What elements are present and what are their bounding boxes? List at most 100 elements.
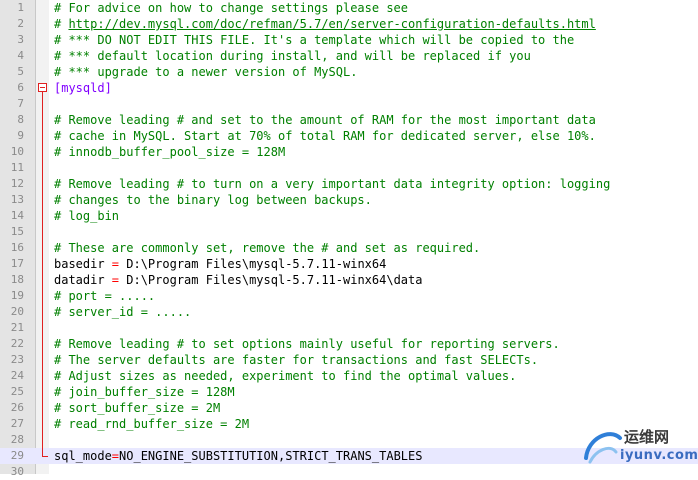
code-token-comment: # Remove leading # to turn on a very imp…	[54, 177, 611, 191]
code-line[interactable]: 16 # These are commonly set, remove the #…	[0, 240, 698, 256]
code-line[interactable]: 24 # Adjust sizes as needed, experiment t…	[0, 368, 698, 384]
code-line[interactable]: 17 basedir = D:\Program Files\mysql-5.7.1…	[0, 256, 698, 272]
line-text[interactable]: # server_id = .....	[54, 304, 191, 320]
line-text[interactable]: # *** default location during install, a…	[54, 48, 531, 64]
line-number: 17	[10, 257, 24, 270]
line-number: 4	[17, 49, 24, 62]
watermark-logo-icon	[584, 432, 622, 464]
code-editor[interactable]: 1 # For advice on how to change settings …	[0, 0, 698, 478]
line-number: 12	[10, 177, 24, 190]
line-text[interactable]: # innodb_buffer_pool_size = 128M	[54, 144, 285, 160]
line-text[interactable]: # Remove leading # to turn on a very imp…	[54, 176, 610, 192]
line-text[interactable]: # changes to the binary log between back…	[54, 192, 372, 208]
line-text[interactable]: # port = .....	[54, 288, 155, 304]
line-text[interactable]: # cache in MySQL. Start at 70% of total …	[54, 128, 596, 144]
code-token-comment: # *** upgrade to a newer version of MySQ…	[54, 65, 358, 79]
line-number: 8	[17, 113, 24, 126]
code-line[interactable]: 23 # The server defaults are faster for t…	[0, 352, 698, 368]
line-number: 10	[10, 145, 24, 158]
code-line[interactable]: 11	[0, 160, 698, 176]
line-text[interactable]: # log_bin	[54, 208, 119, 224]
code-line[interactable]: 22 # Remove leading # to set options main…	[0, 336, 698, 352]
code-line[interactable]: 13 # changes to the binary log between ba…	[0, 192, 698, 208]
watermark: 运维网 iyunv.com	[580, 424, 698, 470]
code-token-key: sql_mode	[54, 449, 112, 463]
line-text[interactable]: # *** DO NOT EDIT THIS FILE. It's a temp…	[54, 32, 574, 48]
line-number: 30	[10, 465, 24, 478]
line-number: 23	[10, 353, 24, 366]
code-line[interactable]: 25 # join_buffer_size = 128M	[0, 384, 698, 400]
code-token-comment: # port = .....	[54, 289, 156, 303]
line-number: 25	[10, 385, 24, 398]
code-token-comment: # log_bin	[54, 209, 120, 223]
code-line[interactable]: 3 # *** DO NOT EDIT THIS FILE. It's a tem…	[0, 32, 698, 48]
line-number: 19	[10, 289, 24, 302]
line-number: 21	[10, 321, 24, 334]
code-token-comment: # The server defaults are faster for tra…	[54, 353, 539, 367]
line-text[interactable]: # sort_buffer_size = 2M	[54, 400, 220, 416]
code-line[interactable]: 10 # innodb_buffer_pool_size = 128M	[0, 144, 698, 160]
code-token-comment: # Remove leading # and set to the amount…	[54, 113, 596, 127]
line-text[interactable]: # Remove leading # and set to the amount…	[54, 112, 596, 128]
code-token-op: =	[111, 273, 120, 287]
code-token-comment: # Adjust sizes as needed, experiment to …	[54, 369, 517, 383]
code-line[interactable]: 2 # http://dev.mysql.com/doc/refman/5.7/e…	[0, 16, 698, 32]
code-token-comment: # read_rnd_buffer_size = 2M	[54, 417, 250, 431]
code-token-comment: # *** DO NOT EDIT THIS FILE. It's a temp…	[54, 33, 575, 47]
code-line[interactable]: 9 # cache in MySQL. Start at 70% of total…	[0, 128, 698, 144]
line-number: 14	[10, 209, 24, 222]
code-line[interactable]: 7	[0, 96, 698, 112]
code-line[interactable]: 19 # port = .....	[0, 288, 698, 304]
line-number: 26	[10, 401, 24, 414]
code-token-comment: # sort_buffer_size = 2M	[54, 401, 221, 415]
line-text[interactable]: # For advice on how to change settings p…	[54, 0, 408, 16]
code-line[interactable]: 12 # Remove leading # to turn on a very i…	[0, 176, 698, 192]
line-text[interactable]: # Remove leading # to set options mainly…	[54, 336, 560, 352]
line-number: 16	[10, 241, 24, 254]
line-text[interactable]: # The server defaults are faster for tra…	[54, 352, 538, 368]
code-token-comment: # server_id = .....	[54, 305, 192, 319]
code-line[interactable]: 1 # For advice on how to change settings …	[0, 0, 698, 16]
watermark-title: 运维网	[624, 428, 670, 446]
line-number: 13	[10, 193, 24, 206]
code-line[interactable]: 26 # sort_buffer_size = 2M	[0, 400, 698, 416]
code-line[interactable]: 15	[0, 224, 698, 240]
line-text[interactable]: sql_mode=NO_ENGINE_SUBSTITUTION,STRICT_T…	[54, 448, 422, 464]
code-line[interactable]: 20 # server_id = .....	[0, 304, 698, 320]
line-text[interactable]: # join_buffer_size = 128M	[54, 384, 235, 400]
line-text[interactable]: # These are commonly set, remove the # a…	[54, 240, 480, 256]
code-line[interactable]: 8 # Remove leading # and set to the amoun…	[0, 112, 698, 128]
line-text[interactable]: [mysqld]	[54, 80, 112, 96]
code-token-comment: # changes to the binary log between back…	[54, 193, 372, 207]
line-text[interactable]: datadir = D:\Program Files\mysql-5.7.11-…	[54, 272, 422, 288]
line-text[interactable]: # Adjust sizes as needed, experiment to …	[54, 368, 516, 384]
code-token-val: NO_ENGINE_SUBSTITUTION,STRICT_TRANS_TABL…	[119, 449, 423, 463]
line-number: 2	[17, 17, 24, 30]
code-token-op: =	[111, 257, 120, 271]
line-text[interactable]: # read_rnd_buffer_size = 2M	[54, 416, 249, 432]
code-token-comment: # cache in MySQL. Start at 70% of total …	[54, 129, 596, 143]
fold-range-end	[42, 456, 48, 457]
code-line[interactable]: 5 # *** upgrade to a newer version of MyS…	[0, 64, 698, 80]
code-line[interactable]: 4 # *** default location during install, …	[0, 48, 698, 64]
fold-toggle-icon[interactable]	[38, 83, 47, 92]
code-token-val: D:\Program Files\mysql-5.7.11-winx64\dat…	[119, 273, 423, 287]
code-line[interactable]: 21	[0, 320, 698, 336]
code-line[interactable]: 14 # log_bin	[0, 208, 698, 224]
code-token-comment: #	[54, 17, 69, 31]
line-number: 5	[17, 65, 24, 78]
line-text[interactable]: # *** upgrade to a newer version of MySQ…	[54, 64, 357, 80]
line-number: 18	[10, 273, 24, 286]
line-text[interactable]: basedir = D:\Program Files\mysql-5.7.11-…	[54, 256, 386, 272]
code-line[interactable]: 18 datadir = D:\Program Files\mysql-5.7.1…	[0, 272, 698, 288]
code-token-key: basedir	[54, 257, 112, 271]
line-number: 9	[17, 129, 24, 142]
code-token-comment: # These are commonly set, remove the # a…	[54, 241, 481, 255]
line-number: 7	[17, 97, 24, 110]
url-link[interactable]: http://dev.mysql.com/doc/refman/5.7/en/s…	[68, 17, 595, 31]
line-number: 20	[10, 305, 24, 318]
code-token-comment: # innodb_buffer_pool_size = 128M	[54, 145, 286, 159]
line-text[interactable]: # http://dev.mysql.com/doc/refman/5.7/en…	[54, 16, 596, 32]
line-number: 29	[10, 449, 24, 462]
code-line[interactable]: 6 [mysqld]	[0, 80, 698, 96]
